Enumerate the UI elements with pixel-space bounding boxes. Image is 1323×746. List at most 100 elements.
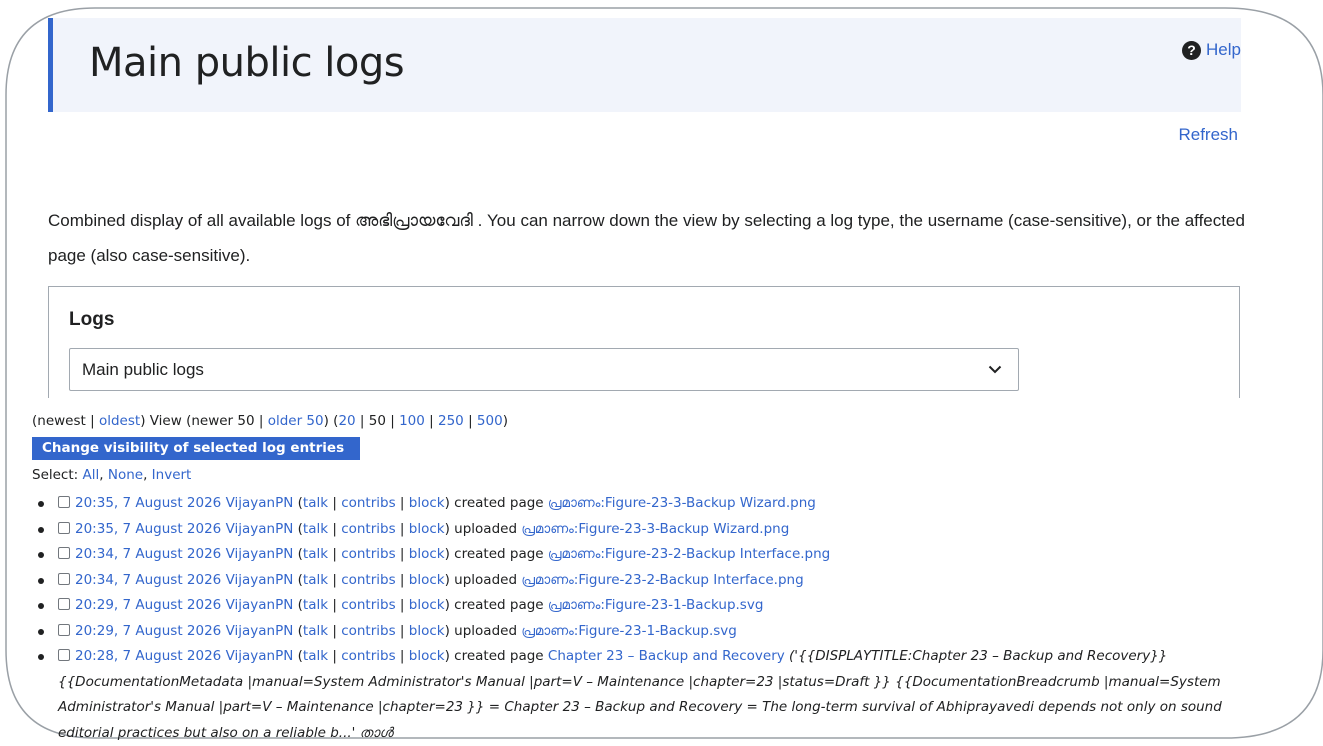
entry-checkbox[interactable] <box>58 521 70 534</box>
logs-heading: Logs <box>69 309 115 330</box>
nav-text: ) ( <box>323 413 339 429</box>
entry-user-link[interactable]: VijayanPN <box>226 546 294 562</box>
intro-before: Combined display of all available logs o… <box>48 211 356 230</box>
contribs-link[interactable]: contribs <box>341 546 395 562</box>
entry-target-link[interactable]: പ്രമാണം:Figure-23-2-Backup Interface.png <box>548 546 830 562</box>
select-invert-link[interactable]: Invert <box>152 467 192 483</box>
log-entry: 20:35, 7 August 2026 VijayanPN (talk | c… <box>32 491 1252 517</box>
entry-target-link[interactable]: പ്രമാണം:Figure-23-2-Backup Interface.png <box>521 572 803 588</box>
entry-action: created page <box>454 495 544 511</box>
contribs-link[interactable]: contribs <box>341 648 395 664</box>
entry-checkbox[interactable] <box>58 572 70 585</box>
talk-link[interactable]: talk <box>303 572 328 588</box>
help-icon: ? <box>1182 40 1202 60</box>
select-none-link[interactable]: None <box>108 467 143 483</box>
nav-text: | 50 | <box>355 413 400 429</box>
entry-action: created page <box>454 597 544 613</box>
nav-oldest-link[interactable]: oldest <box>99 413 140 429</box>
talk-link[interactable]: talk <box>303 597 328 613</box>
entry-action: uploaded <box>454 571 518 588</box>
block-link[interactable]: block <box>409 597 445 613</box>
select-controls: Select: All, None, Invert <box>32 465 1252 485</box>
contribs-link[interactable]: contribs <box>341 521 395 537</box>
entry-action: uploaded <box>454 520 518 537</box>
bullet-icon <box>38 577 44 584</box>
entry-time-link[interactable]: 20:28, 7 August 2026 <box>75 648 221 664</box>
entry-user-link[interactable]: VijayanPN <box>226 521 294 537</box>
refresh-link[interactable]: Refresh <box>1178 125 1238 145</box>
talk-link[interactable]: talk <box>303 521 328 537</box>
entry-checkbox[interactable] <box>58 598 70 610</box>
intro-text: Combined display of all available logs o… <box>48 203 1248 273</box>
entry-user-link[interactable]: VijayanPN <box>226 648 294 664</box>
entry-checkbox[interactable] <box>58 623 70 636</box>
bullet-icon <box>38 603 44 609</box>
log-entry: 20:34, 7 August 2026 VijayanPN (talk | c… <box>32 568 1252 594</box>
log-type-selected: Main public logs <box>82 359 204 379</box>
nav-newest: newest <box>37 413 86 429</box>
limit-250-link[interactable]: 250 <box>438 413 464 429</box>
contribs-link[interactable]: contribs <box>341 597 395 613</box>
entry-target-link[interactable]: പ്രമാണം:Figure-23-1-Backup.svg <box>521 623 737 639</box>
nav-text: | <box>85 413 99 429</box>
page-title: Main public logs <box>89 40 405 86</box>
entry-user-link[interactable]: VijayanPN <box>226 572 294 588</box>
entry-user-link[interactable]: VijayanPN <box>226 597 294 613</box>
select-sep: , <box>99 467 108 483</box>
talk-link[interactable]: talk <box>303 648 328 664</box>
limit-20-link[interactable]: 20 <box>338 413 355 429</box>
nav-text: ) View (newer 50 | <box>140 413 268 429</box>
log-results: (newest | oldest) View (newer 50 | older… <box>32 411 1252 746</box>
block-link[interactable]: block <box>409 495 445 511</box>
entry-checkbox[interactable] <box>58 547 70 559</box>
entry-action: uploaded <box>454 622 518 639</box>
block-link[interactable]: block <box>409 546 445 562</box>
nav-text: | <box>424 413 438 429</box>
help-label: Help <box>1206 40 1241 59</box>
help-link[interactable]: ? Help <box>1182 40 1241 60</box>
select-sep: , <box>143 467 152 483</box>
entry-user-link[interactable]: VijayanPN <box>226 495 294 511</box>
contribs-link[interactable]: contribs <box>341 623 395 639</box>
select-all-link[interactable]: All <box>83 467 100 483</box>
log-entry: 20:35, 7 August 2026 VijayanPN (talk | c… <box>32 517 1252 543</box>
talk-link[interactable]: talk <box>303 495 328 511</box>
contribs-link[interactable]: contribs <box>341 495 395 511</box>
entry-checkbox[interactable] <box>58 649 70 661</box>
nav-text: ) <box>502 413 508 429</box>
contribs-link[interactable]: contribs <box>341 572 395 588</box>
entry-time-link[interactable]: 20:34, 7 August 2026 <box>75 572 221 588</box>
entry-time-link[interactable]: 20:29, 7 August 2026 <box>75 597 221 613</box>
entry-checkbox[interactable] <box>58 496 70 508</box>
log-type-select[interactable]: Main public logs <box>69 348 1019 391</box>
entry-time-link[interactable]: 20:35, 7 August 2026 <box>75 495 221 511</box>
site-name: അഭിപ്രായവേദി <box>355 211 473 230</box>
bullet-icon <box>38 501 44 507</box>
nav-older-link[interactable]: older 50 <box>268 413 324 429</box>
log-entry: 20:29, 7 August 2026 VijayanPN (talk | c… <box>32 593 1252 619</box>
entry-user-link[interactable]: VijayanPN <box>226 623 294 639</box>
logs-form: Logs Main public logs <box>48 286 1240 398</box>
change-visibility-button[interactable]: Change visibility of selected log entrie… <box>32 437 361 460</box>
entry-target-link[interactable]: പ്രമാണം:Figure-23-3-Backup Wizard.png <box>548 495 816 511</box>
entry-time-link[interactable]: 20:29, 7 August 2026 <box>75 623 221 639</box>
talk-link[interactable]: talk <box>303 623 328 639</box>
chevron-down-icon <box>988 365 1002 374</box>
entry-target-link[interactable]: പ്രമാണം:Figure-23-3-Backup Wizard.png <box>521 521 789 537</box>
page-header: Main public logs ? Help <box>48 18 1241 112</box>
entry-target-link[interactable]: Chapter 23 – Backup and Recovery <box>548 648 785 664</box>
nav-text: | <box>463 413 477 429</box>
entry-time-link[interactable]: 20:35, 7 August 2026 <box>75 521 221 537</box>
talk-link[interactable]: talk <box>303 546 328 562</box>
block-link[interactable]: block <box>409 521 445 537</box>
limit-500-link[interactable]: 500 <box>477 413 503 429</box>
bullet-icon <box>38 526 44 533</box>
block-link[interactable]: block <box>409 572 445 588</box>
block-link[interactable]: block <box>409 648 445 664</box>
entry-time-link[interactable]: 20:34, 7 August 2026 <box>75 546 221 562</box>
entry-target-link[interactable]: പ്രമാണം:Figure-23-1-Backup.svg <box>548 597 764 613</box>
entry-action: created page <box>454 648 544 664</box>
block-link[interactable]: block <box>409 623 445 639</box>
bullet-icon <box>38 552 44 558</box>
limit-100-link[interactable]: 100 <box>399 413 425 429</box>
